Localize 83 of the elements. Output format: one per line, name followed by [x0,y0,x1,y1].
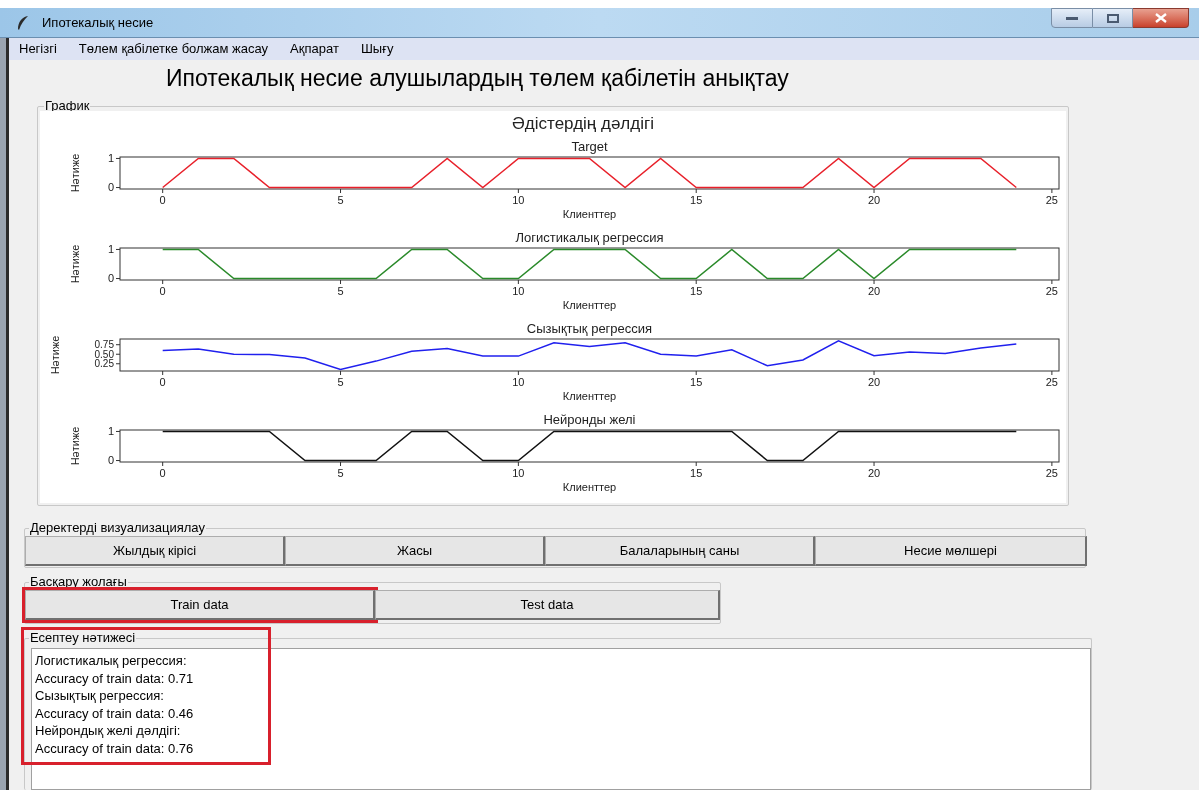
y-tick [115,187,121,189]
chart-button[interactable]: Несие мөлшері [815,536,1087,566]
tick-label: 0 [159,376,166,388]
y-tick [115,278,121,280]
figure-title: Әдістердің дәлдігі [512,113,654,136]
tick-label: 15 [690,285,703,297]
y-tick [115,363,121,365]
page-heading: Ипотекалық несие алушылардың төлем қабілетін анықтау [166,63,789,93]
tick-label: 0 [107,272,114,285]
tick-label: 15 [690,376,703,388]
chart-button[interactable]: Балаларының саны [545,536,815,566]
axis-label: Клиенттер [562,481,617,493]
tick-label: 0.25 [94,358,114,370]
maximize-icon [1106,13,1119,23]
tick-label: 10 [512,376,525,388]
y-tick [115,248,121,250]
close-icon [1154,13,1167,23]
tick-label: 5 [337,285,344,297]
tick-label: 25 [1045,376,1058,388]
menu-item[interactable]: Ақпарат [290,39,339,59]
chart-title: Сызықтық регрессия [526,321,653,336]
minimize-icon [1066,16,1078,20]
group-label: Есептеу нәтижесі [29,630,137,646]
axis-label: Нәтиже [49,335,61,375]
y-tick [115,430,121,432]
tick-label: 15 [690,194,703,206]
tick-label: 20 [867,285,881,297]
close-button[interactable] [1133,8,1189,28]
result-line: Accuracy of train data: 0.46 [35,704,195,723]
tick-label: 0 [159,467,166,479]
tick-label: 20 [867,376,881,388]
y-tick [115,344,121,346]
result-line: Сызықтық регрессия: [35,687,165,705]
menu-item[interactable]: Төлем қабілетке болжам жасау [78,39,269,59]
feather-icon [16,14,30,31]
axis-label: Клиенттер [562,299,617,311]
tick-label: 0 [107,454,114,467]
tick-label: 0 [159,194,166,206]
tick-label: 0.75 [94,339,114,351]
axis-label: Нәтиже [69,153,81,193]
tick-label: 25 [1045,467,1058,479]
result-line: Accuracy of train data: 0.76 [35,739,195,758]
data-button[interactable]: Train data [25,590,375,620]
tick-label: 0 [159,285,166,297]
tick-label: 1 [107,424,114,437]
tick-label: 20 [867,467,881,479]
tick-label: 15 [690,467,703,479]
tick-label: 10 [512,194,525,206]
axis-label: Клиенттер [562,208,617,220]
y-tick [115,460,121,462]
result-line: Нейрондық желі дәлдігі: [35,722,182,740]
chart-title: Target [571,139,608,154]
tick-label: 0.50 [94,348,114,360]
chart-button[interactable]: Жылдық кірісі [25,536,285,566]
result-line: Логистикалық регрессия: [35,652,188,670]
tick-label: 5 [337,194,344,206]
group-label: Деректерді визуализациялау [29,520,206,536]
chart-title: Логистикалық регрессия [515,230,664,245]
results-text-area[interactable]: Логистикалық регрессия: Accuracy of train data: 0.71 Сызықтық регрессия: Accuracy of train data: 0.46 Нейрондық желі дәлдігі: Accuracy of train data: 0.76 [31,648,1091,790]
y-tick [115,157,121,159]
y-tick [115,353,121,355]
tick-label: 5 [337,467,344,479]
menu-item[interactable]: Негізгі [19,39,57,59]
window-title: Ипотекалық несие [42,13,154,32]
chart-button[interactable]: Жасы [285,536,545,566]
axis-label: Нәтиже [69,244,81,284]
minimize-button[interactable] [1051,8,1093,28]
tick-label: 5 [337,376,344,388]
maximize-button[interactable] [1093,8,1133,28]
tick-label: 10 [512,285,525,297]
data-button[interactable]: Test data [375,590,720,620]
menu-item[interactable]: Шығу [360,39,394,59]
tick-label: 10 [512,467,525,479]
tick-label: 0 [107,181,114,194]
tick-label: 1 [107,242,114,255]
axis-label: Клиенттер [562,390,617,402]
axis-label: Нәтиже [69,426,81,466]
chart-title: Нейронды желі [543,412,636,427]
tick-label: 25 [1045,285,1058,297]
result-line: Accuracy of train data: 0.71 [35,669,195,688]
tick-label: 25 [1045,194,1058,206]
tick-label: 20 [867,194,881,206]
tick-label: 1 [107,151,114,164]
